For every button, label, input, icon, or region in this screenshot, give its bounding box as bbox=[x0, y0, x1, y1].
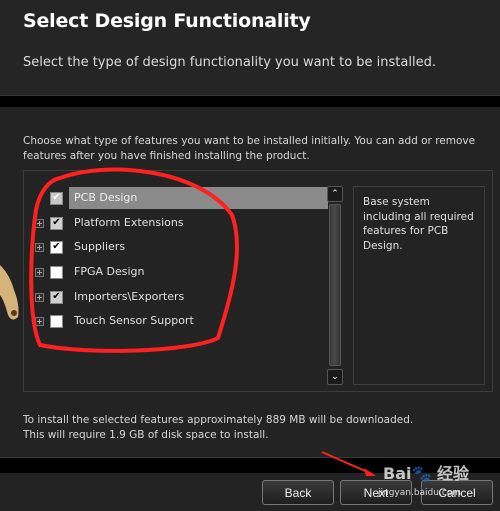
scrollbar-thumb[interactable] bbox=[329, 204, 341, 366]
feature-checkbox-touch-sensor-support[interactable] bbox=[50, 314, 63, 328]
scroll-up-button[interactable]: ⌃ bbox=[327, 186, 343, 202]
hand-image-fragment bbox=[0, 265, 19, 320]
feature-row-pcb-design[interactable]: ✔ PCB Design bbox=[33, 187, 328, 209]
install-size-info: To install the selected features approxi… bbox=[23, 413, 413, 443]
feature-row-touch-sensor-support[interactable]: Touch Sensor Support bbox=[33, 310, 328, 332]
page-title: Select Design Functionality bbox=[23, 10, 311, 32]
expand-plus-icon[interactable] bbox=[35, 267, 44, 277]
feature-label: Touch Sensor Support bbox=[74, 314, 194, 327]
feature-row-fpga-design[interactable]: FPGA Design bbox=[33, 261, 328, 283]
scroll-down-button[interactable]: ⌄ bbox=[327, 369, 343, 385]
expand-plus-icon[interactable] bbox=[35, 242, 44, 252]
feature-row-suppliers[interactable]: ✔ Suppliers bbox=[33, 236, 328, 258]
expand-plus-icon[interactable] bbox=[35, 218, 44, 228]
expand-plus-icon[interactable] bbox=[35, 292, 44, 302]
feature-label: FPGA Design bbox=[74, 265, 145, 278]
feature-checkbox-suppliers[interactable]: ✔ bbox=[50, 240, 63, 254]
feature-row-platform-extensions[interactable]: ✔ Platform Extensions bbox=[33, 212, 328, 234]
feature-tree-scrollbar[interactable]: ⌃ ⌄ bbox=[327, 186, 344, 385]
back-button[interactable]: Back bbox=[262, 480, 334, 505]
feature-description: Base system including all required featu… bbox=[363, 196, 474, 252]
chevron-down-icon: ⌄ bbox=[331, 372, 339, 382]
download-size-text: To install the selected features approxi… bbox=[23, 414, 414, 426]
feature-label: Platform Extensions bbox=[74, 216, 184, 229]
baidu-watermark-url: jingyan.baidu.com bbox=[378, 488, 462, 498]
chevron-up-icon: ⌃ bbox=[331, 189, 339, 199]
feature-checkbox-pcb-design[interactable]: ✔ bbox=[50, 191, 63, 205]
feature-description-panel: Base system including all required featu… bbox=[353, 186, 485, 385]
feature-label: Importers\Exporters bbox=[74, 290, 185, 303]
feature-checkbox-platform-extensions[interactable]: ✔ bbox=[50, 216, 63, 230]
feature-row-importers-exporters[interactable]: ✔ Importers\Exporters bbox=[33, 286, 328, 308]
wizard-header: Select Design Functionality Select the t… bbox=[0, 0, 500, 95]
feature-label: PCB Design bbox=[69, 187, 328, 209]
feature-label: Suppliers bbox=[74, 240, 126, 253]
intro-text: Choose what type of features you want to… bbox=[23, 135, 476, 162]
disk-space-text: This will require 1.9 GB of disk space t… bbox=[23, 429, 269, 441]
feature-tree[interactable]: ✔ PCB Design ✔ Platform Extensions ✔ Sup… bbox=[33, 183, 328, 383]
feature-checkbox-fpga-design[interactable] bbox=[50, 265, 63, 279]
feature-checkbox-importers-exporters[interactable]: ✔ bbox=[50, 290, 63, 304]
page-subtitle: Select the type of design functionality … bbox=[23, 55, 436, 70]
baidu-watermark: Bai🐾 经验 bbox=[383, 464, 469, 483]
expand-plus-icon[interactable] bbox=[35, 316, 44, 326]
